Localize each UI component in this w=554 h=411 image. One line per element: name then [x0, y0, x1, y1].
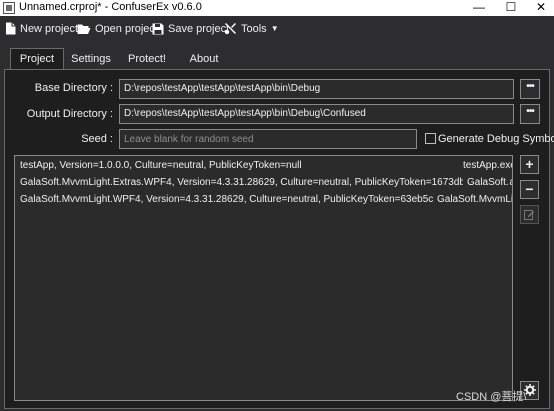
module-file-name: GalaSoft.MvvmLi...	[433, 194, 512, 205]
save-project-button[interactable]: Save project	[152, 20, 229, 37]
dropdown-arrow-icon: ▼	[270, 24, 279, 33]
list-item[interactable]: GalaSoft.MvvmLight.WPF4, Version=4.3.31.…	[15, 192, 512, 209]
tab-project[interactable]: Project	[10, 48, 64, 70]
list-item[interactable]: testApp, Version=1.0.0.0, Culture=neutra…	[15, 158, 512, 175]
base-directory-label: Base Directory :	[34, 82, 113, 94]
folder-open-icon	[77, 24, 91, 34]
debug-symbols-checkbox[interactable]	[425, 133, 436, 144]
tools-menu[interactable]: Tools ▼	[224, 20, 279, 37]
minimize-button[interactable]: —	[464, 0, 494, 16]
tools-label: Tools	[241, 22, 267, 35]
tab-protect[interactable]: Protect!	[122, 50, 172, 70]
remove-module-button[interactable]: −	[520, 180, 539, 199]
maximize-button[interactable]: ☐	[496, 0, 526, 16]
tab-about[interactable]: About	[182, 50, 226, 70]
tab-settings[interactable]: Settings	[66, 50, 116, 70]
seed-input[interactable]	[119, 129, 417, 149]
window-titlebar: Unnamed.crproj* - ConfuserEx v0.6.0 — ☐ …	[0, 0, 554, 16]
base-directory-field[interactable]: D:\repos\testApp\testApp\testApp\bin\Deb…	[119, 79, 514, 99]
window-title: Unnamed.crproj* - ConfuserEx v0.6.0	[19, 1, 202, 13]
module-assembly-name: GalaSoft.MvvmLight.WPF4, Version=4.3.31.…	[20, 194, 488, 205]
output-directory-label: Output Directory :	[26, 108, 113, 120]
new-project-label: New project	[20, 22, 79, 35]
toolbar: New project Open project Save project To…	[0, 16, 554, 40]
base-directory-browse-button[interactable]: •••	[520, 79, 540, 99]
new-project-button[interactable]: New project	[5, 20, 78, 37]
edit-icon	[524, 210, 534, 220]
open-project-label: Open project	[95, 22, 158, 35]
close-button[interactable]: ✕	[526, 0, 554, 16]
module-list[interactable]: testApp, Version=1.0.0.0, Culture=neutra…	[14, 155, 513, 401]
module-assembly-name: GalaSoft.MvvmLight.Extras.WPF4, Version=…	[20, 177, 513, 188]
watermark: CSDN @菩提\	[456, 391, 527, 403]
seed-label: Seed :	[81, 133, 113, 145]
open-project-button[interactable]: Open project	[77, 20, 158, 37]
module-file-name: testApp.exe	[459, 160, 512, 171]
module-file-name: GalaSoft.	[463, 177, 509, 188]
output-directory-browse-button[interactable]: •••	[520, 104, 540, 124]
list-item[interactable]: GalaSoft.MvvmLight.Extras.WPF4, Version=…	[15, 175, 512, 192]
add-module-button[interactable]: +	[520, 155, 539, 174]
app-icon	[3, 2, 15, 14]
new-file-icon	[6, 22, 16, 35]
debug-symbols-label: Generate Debug Symbols	[438, 133, 554, 145]
module-assembly-name: testApp, Version=1.0.0.0, Culture=neutra…	[20, 160, 302, 171]
save-project-label: Save project	[168, 22, 230, 35]
output-directory-field[interactable]: D:\repos\testApp\testApp\testApp\bin\Deb…	[119, 104, 514, 124]
tab-strip: Project Settings Protect! About	[0, 40, 554, 70]
edit-module-button[interactable]	[520, 205, 539, 224]
tools-icon	[224, 23, 236, 35]
save-icon	[152, 23, 164, 34]
